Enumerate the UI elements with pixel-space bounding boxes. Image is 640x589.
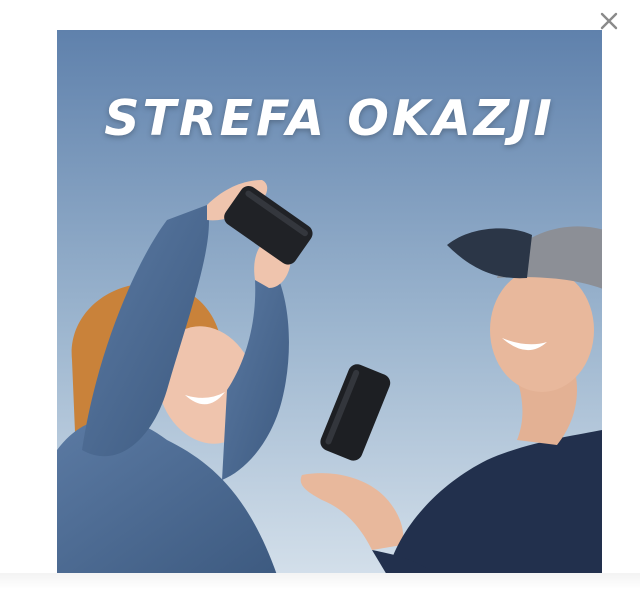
promo-banner[interactable]: STREFA OKAZJI: [57, 30, 602, 575]
promo-headline: STREFA OKAZJI: [104, 90, 555, 147]
bottom-divider: [0, 573, 640, 589]
